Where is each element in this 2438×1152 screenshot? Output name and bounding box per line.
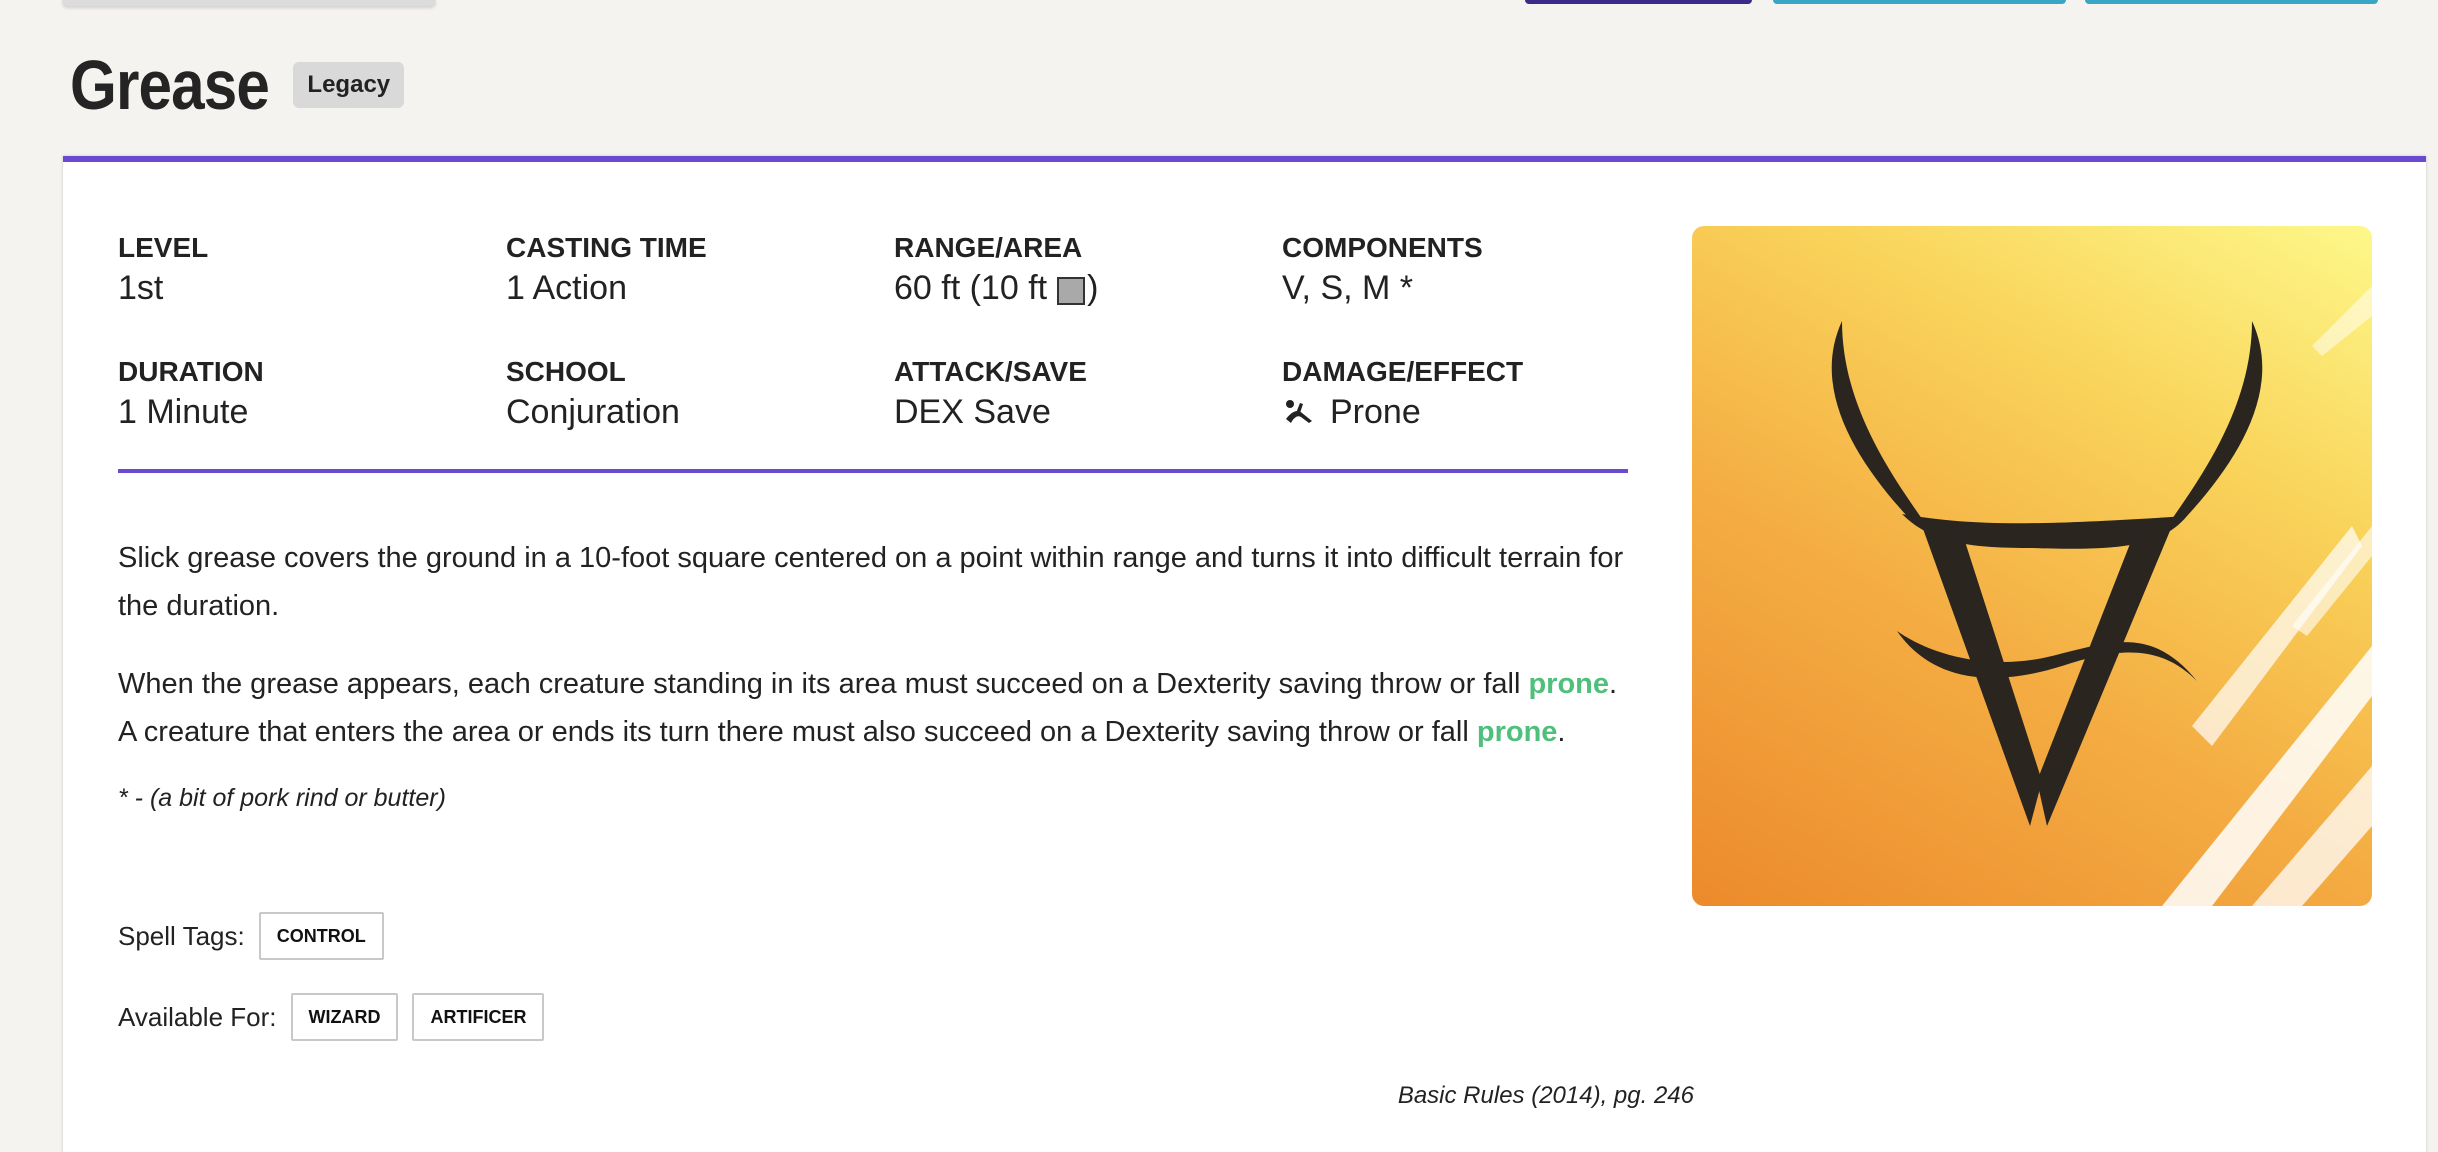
range-value-suffix: ) bbox=[1087, 269, 1099, 308]
stat-label: DURATION bbox=[118, 356, 264, 387]
spell-card: LEVEL 1st CASTING TIME 1 Action RANGE/AR… bbox=[63, 156, 2426, 1152]
description-paragraph-2: When the grease appears, each creature s… bbox=[118, 660, 1638, 756]
prone-link[interactable]: prone bbox=[1477, 716, 1558, 748]
spell-description: Slick grease covers the ground in a 10-f… bbox=[118, 534, 1638, 786]
stat-casting-time: CASTING TIME 1 Action bbox=[506, 232, 894, 356]
stat-value: 1 Action bbox=[506, 269, 627, 308]
available-for-label: Available For: bbox=[118, 1001, 277, 1032]
class-tag-wizard[interactable]: WIZARD bbox=[290, 993, 399, 1041]
stat-value: DEX Save bbox=[894, 393, 1051, 432]
stats-divider bbox=[118, 469, 1628, 473]
stat-label: LEVEL bbox=[118, 232, 209, 263]
range-value: 60 ft (10 ft bbox=[894, 269, 1048, 308]
stat-range-area: RANGE/AREA 60 ft (10 ft ) bbox=[894, 232, 1282, 356]
stat-value: 1st bbox=[118, 269, 164, 308]
effect-value: Prone bbox=[1330, 393, 1421, 432]
stat-label: ATTACK/SAVE bbox=[894, 356, 1087, 387]
spell-tags-row: Spell Tags: CONTROL bbox=[118, 912, 384, 960]
material-component-note: * - (a bit of pork rind or butter) bbox=[118, 784, 446, 812]
prone-icon bbox=[1286, 400, 1312, 424]
stat-components: COMPONENTS V, S, M * bbox=[1282, 232, 1628, 356]
stat-label: SCHOOL bbox=[506, 356, 626, 387]
stat-value: V, S, M * bbox=[1282, 269, 1414, 308]
spell-stats-grid: LEVEL 1st CASTING TIME 1 Action RANGE/AR… bbox=[118, 232, 1628, 466]
stat-duration: DURATION 1 Minute bbox=[118, 356, 506, 466]
description-text: . bbox=[1557, 716, 1566, 748]
stat-label: COMPONENTS bbox=[1282, 232, 1483, 263]
available-for-row: Available For: WIZARD ARTIFICER bbox=[118, 993, 545, 1041]
stat-label: CASTING TIME bbox=[506, 232, 707, 263]
spell-tags-label: Spell Tags: bbox=[118, 920, 245, 951]
title-row: Grease Legacy bbox=[70, 46, 405, 124]
tag-control[interactable]: CONTROL bbox=[258, 912, 384, 960]
class-tag-artificer[interactable]: ARTIFICER bbox=[412, 993, 545, 1041]
description-text: When the grease appears, each creature s… bbox=[118, 668, 1529, 700]
stat-level: LEVEL 1st bbox=[118, 232, 506, 356]
stat-value: Prone bbox=[1282, 390, 1628, 434]
stat-value: 1 Minute bbox=[118, 393, 249, 432]
top-button-light-1[interactable] bbox=[1773, 0, 2066, 4]
description-paragraph-1: Slick grease covers the ground in a 10-f… bbox=[118, 542, 1624, 622]
source-reference: Basic Rules (2014), pg. 246 bbox=[1397, 1082, 1694, 1109]
stat-damage-effect: DAMAGE/EFFECT Prone bbox=[1282, 356, 1628, 466]
top-button-dark[interactable] bbox=[1525, 0, 1752, 4]
stat-label: DAMAGE/EFFECT bbox=[1282, 356, 1524, 387]
stat-attack-save: ATTACK/SAVE DEX Save bbox=[894, 356, 1282, 466]
stat-value: Conjuration bbox=[506, 393, 680, 432]
conjuration-school-icon bbox=[1831, 286, 2372, 906]
square-area-icon bbox=[1057, 277, 1086, 306]
top-nav-strip bbox=[62, 0, 436, 6]
stat-school: SCHOOL Conjuration bbox=[506, 356, 894, 466]
stat-value: 60 ft (10 ft ) bbox=[894, 266, 1282, 310]
top-button-light-2[interactable] bbox=[2085, 0, 2378, 4]
legacy-badge: Legacy bbox=[293, 62, 405, 108]
stat-label: RANGE/AREA bbox=[894, 232, 1083, 263]
prone-link[interactable]: prone bbox=[1528, 668, 1609, 700]
page-title: Grease bbox=[70, 46, 270, 124]
spell-image bbox=[1692, 226, 2372, 906]
